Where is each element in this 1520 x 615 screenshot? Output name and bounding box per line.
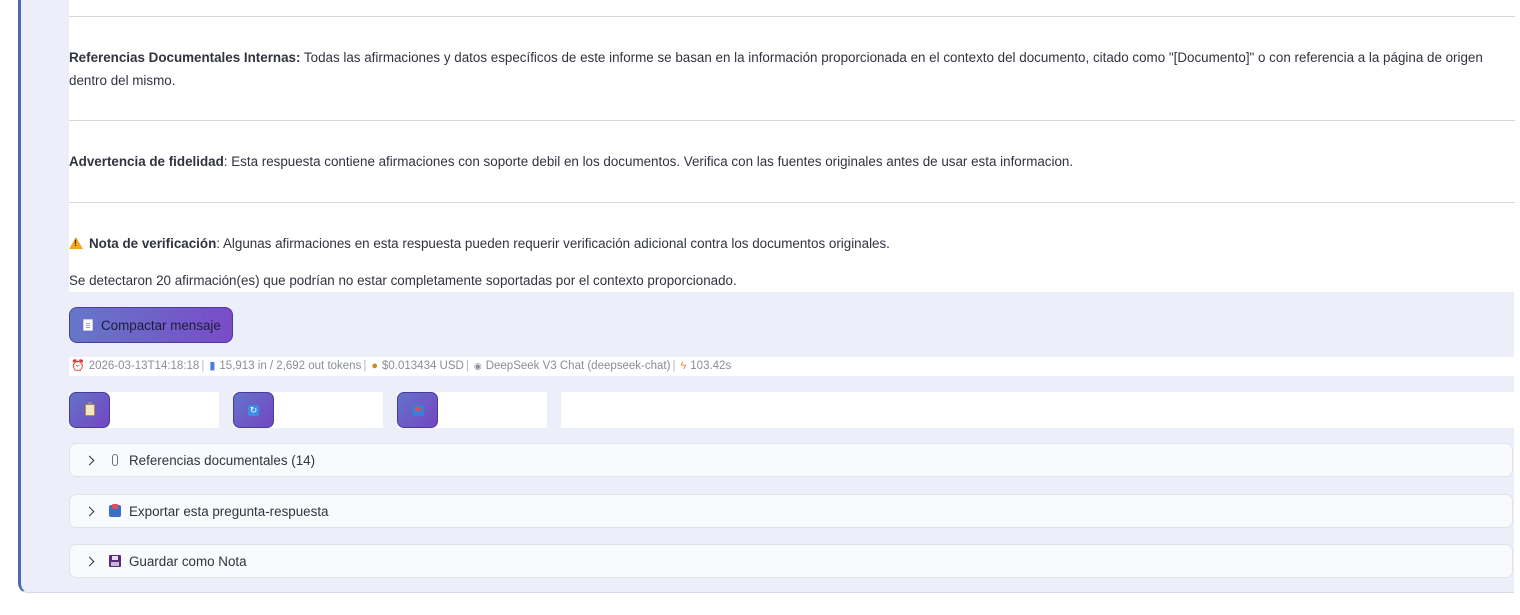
copy-button[interactable]: [69, 392, 110, 428]
money-bag-icon: ●: [371, 360, 378, 372]
floppy-disk-icon: [109, 555, 121, 567]
verification-note-body: : Algunas afirmaciones en esta respuesta…: [216, 236, 890, 251]
action-cell: [397, 392, 547, 428]
chevron-right-icon: [84, 556, 95, 566]
fidelity-warning-body: : Esta respuesta contiene afirmaciones c…: [223, 154, 1074, 169]
export-icon: [109, 504, 121, 517]
action-cell-empty: [561, 392, 1515, 428]
model-name: DeepSeek V3 Chat (deepseek-chat): [485, 360, 671, 372]
document-icon: [83, 319, 93, 331]
action-cell: [69, 392, 219, 428]
fidelity-warning-paragraph: Advertencia de fidelidad: Esta respuesta…: [69, 150, 1489, 173]
inbox-icon: [411, 404, 424, 416]
save-note-expander-label: Guardar como Nota: [129, 553, 247, 569]
action-cell: ↻: [233, 392, 383, 428]
export-expander-label: Exportar esta pregunta-respuesta: [129, 503, 329, 519]
token-count: 15,913 in / 2,692 out tokens: [219, 360, 362, 372]
compact-message-label: Compactar mensaje: [101, 317, 221, 333]
references-expander-label: Referencias documentales (14): [129, 452, 316, 468]
paperclip-icon: [112, 454, 118, 466]
regenerate-button[interactable]: ↻: [233, 392, 274, 428]
detected-claims-text: Se detectaron 20 afirmación(es) que podr…: [69, 273, 737, 288]
verification-note-title: Nota de verificación: [89, 236, 217, 251]
references-title: Referencias Documentales Internas:: [69, 50, 301, 65]
chevron-right-icon: [84, 506, 95, 516]
separator: |: [672, 360, 676, 372]
cost: $0.013434 USD: [382, 360, 464, 372]
divider: [69, 120, 1515, 121]
compact-message-button[interactable]: Compactar mensaje: [69, 307, 233, 343]
export-expander[interactable]: Exportar esta pregunta-respuesta: [69, 494, 1513, 528]
inbox-button[interactable]: [397, 392, 438, 428]
save-note-expander[interactable]: Guardar como Nota: [69, 544, 1513, 578]
divider: [69, 16, 1515, 17]
eye-icon: ◉: [473, 361, 482, 371]
verification-note-paragraph: Nota de verificación: Algunas afirmacion…: [69, 232, 1489, 255]
clipboard-icon: [84, 402, 95, 416]
references-paragraph: Referencias Documentales Internas: Todas…: [69, 46, 1489, 92]
bar-chart-icon: ▮: [209, 360, 216, 372]
lightning-icon: ϟ: [680, 360, 687, 372]
references-expander[interactable]: Referencias documentales (14): [69, 443, 1513, 477]
chevron-right-icon: [84, 455, 95, 465]
warning-icon: [69, 237, 83, 249]
separator: |: [465, 360, 469, 372]
message-metadata: ⏰ 2026-03-13T14:18:18 | ▮ 15,913 in / 2,692 …: [69, 357, 1515, 376]
divider: [69, 202, 1515, 203]
separator: |: [363, 360, 367, 372]
alarm-clock-icon: ⏰: [71, 360, 85, 372]
fidelity-warning-title: Advertencia de fidelidad: [69, 154, 224, 169]
timestamp: 2026-03-13T14:18:18: [88, 360, 200, 372]
separator: |: [201, 360, 205, 372]
refresh-icon: ↻: [248, 404, 259, 416]
duration: 103.42s: [690, 360, 732, 372]
